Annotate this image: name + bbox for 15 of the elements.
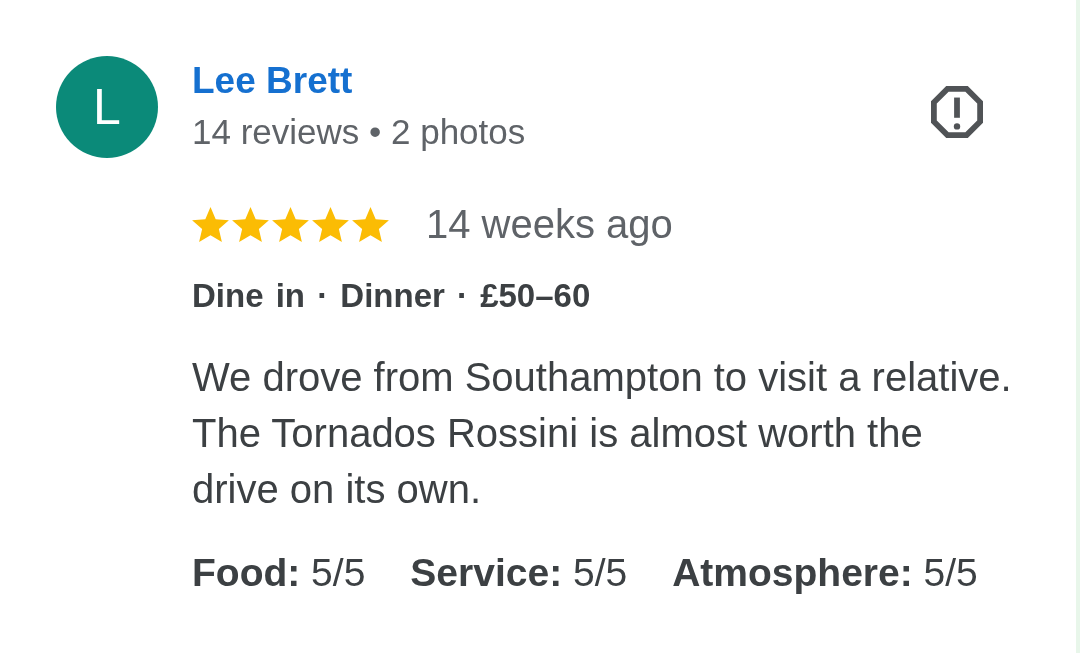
category-rating-text: Atmosphere: 5/5 [672, 551, 978, 595]
category-rating-text: Service: 5/5 [410, 551, 628, 595]
category-rating-text: Food: 5/5 [192, 551, 366, 595]
visit-details-text: Dine in · Dinner · £50–60 [192, 276, 591, 316]
octagon-alert-icon[interactable] [931, 86, 983, 138]
letter-avatar[interactable]: L [56, 56, 158, 158]
star-icon [272, 206, 309, 242]
review-time-text: 14 weeks ago [426, 202, 673, 246]
star-icon [192, 206, 229, 242]
review-text: We drove from Southampton to visit a relative. The Tornados Rossini is almost worth the drive on its own. [192, 354, 1013, 513]
star-icon [232, 206, 269, 242]
star-icon [312, 206, 349, 242]
author-name-link[interactable]: Lee Brett [192, 59, 353, 103]
author-meta-text: 14 reviews • 2 photos [192, 112, 526, 152]
star-icon [352, 206, 389, 242]
